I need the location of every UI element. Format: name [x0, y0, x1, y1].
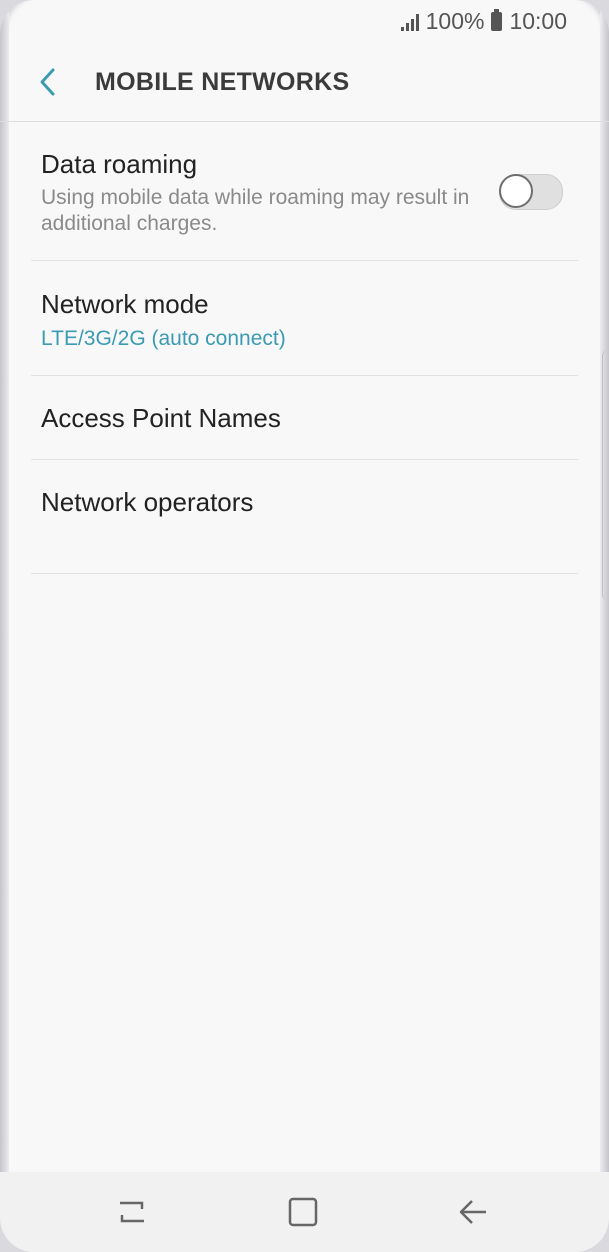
- setting-value: LTE/3G/2G (auto connect): [41, 327, 286, 350]
- setting-title: Data roaming: [41, 149, 198, 179]
- app-bar: MOBILE NETWORKS: [0, 44, 609, 122]
- screen-edge-left: [0, 0, 9, 1252]
- battery-icon: [491, 9, 503, 31]
- setting-title: Network operators: [41, 487, 254, 517]
- data-roaming-toggle[interactable]: [499, 174, 563, 210]
- back-button[interactable]: [28, 62, 68, 102]
- home-icon: [288, 1197, 318, 1227]
- toggle-knob: [499, 174, 533, 208]
- setting-title: Access Point Names: [41, 403, 281, 433]
- setting-data-roaming[interactable]: Data roaming Using mobile data while roa…: [31, 122, 578, 261]
- setting-network-mode[interactable]: Network mode LTE/3G/2G (auto connect): [31, 261, 578, 376]
- page-title: MOBILE NETWORKS: [95, 68, 350, 96]
- setting-access-point-names[interactable]: Access Point Names: [31, 376, 578, 460]
- recent-apps-icon: [120, 1201, 144, 1223]
- chevron-left-icon: [40, 68, 55, 96]
- clock: 10:00: [509, 8, 567, 34]
- settings-list: Data roaming Using mobile data while roa…: [31, 122, 578, 574]
- setting-title: Network mode: [41, 289, 209, 319]
- screen-edge-right: [600, 0, 609, 1252]
- navigation-bar: [0, 1172, 609, 1252]
- back-nav-button[interactable]: [451, 1190, 495, 1234]
- back-icon: [459, 1200, 486, 1224]
- setting-network-operators[interactable]: Network operators: [31, 460, 578, 574]
- side-edge-handle: [602, 350, 609, 600]
- signal-icon: [400, 13, 419, 31]
- status-indicators: 100% 10:00: [400, 8, 567, 35]
- battery-percent: 100%: [425, 8, 485, 34]
- status-bar: 100% 10:00: [0, 0, 609, 44]
- recent-apps-button[interactable]: [110, 1190, 154, 1234]
- phone-screen: 100% 10:00 MOBILE NETWORKS Data roaming …: [0, 0, 609, 1252]
- home-button[interactable]: [281, 1190, 325, 1234]
- setting-description: Using mobile data while roaming may resu…: [41, 186, 470, 235]
